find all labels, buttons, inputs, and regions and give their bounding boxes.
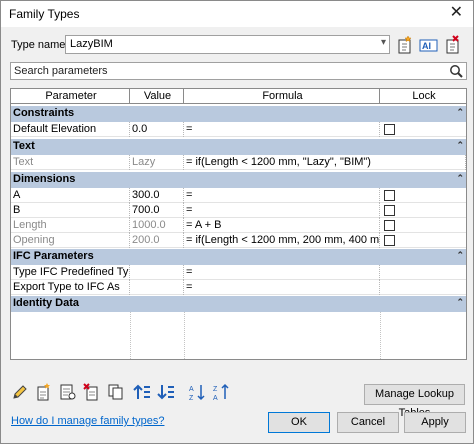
- parameter-table: Parameter Value Formula Lock Constraints…: [10, 88, 467, 360]
- group-label: Text: [13, 140, 35, 152]
- group-label: Constraints: [13, 107, 75, 119]
- header-formula[interactable]: Formula: [184, 89, 380, 104]
- collapse-icon[interactable]: ⌃: [456, 173, 464, 184]
- edit-parameter-icon[interactable]: [11, 383, 29, 401]
- lock-checkbox[interactable]: [384, 220, 395, 231]
- table-row[interactable]: Type IFC Predefined Type =: [11, 265, 466, 280]
- table-row[interactable]: A 300.0 =: [11, 188, 466, 203]
- table-row[interactable]: B 700.0 =: [11, 203, 466, 218]
- header-lock[interactable]: Lock: [380, 89, 466, 104]
- param-value[interactable]: [130, 280, 184, 295]
- param-formula[interactable]: = if(Length < 1200 mm, "Lazy", "BIM"): [184, 155, 466, 170]
- svg-text:Z: Z: [189, 395, 194, 401]
- param-formula[interactable]: = A + B: [184, 218, 380, 233]
- group-dimensions[interactable]: Dimensions ⌃: [11, 172, 466, 188]
- type-name-label: Type name:: [11, 39, 69, 51]
- help-link[interactable]: How do I manage family types?: [11, 415, 164, 427]
- lock-cell: [380, 233, 466, 248]
- group-label: Dimensions: [13, 173, 76, 185]
- type-name-dropdown[interactable]: LazyBIM ▾: [65, 35, 390, 54]
- sort-ascending-icon[interactable]: A Z: [189, 383, 207, 401]
- table-row[interactable]: Opening 200.0 = if(Length < 1200 mm, 200…: [11, 233, 466, 248]
- group-constraints[interactable]: Constraints ⌃: [11, 106, 466, 122]
- column-divider: [130, 312, 131, 359]
- param-value[interactable]: 300.0: [130, 188, 184, 203]
- column-divider: [184, 312, 185, 359]
- lock-cell: [380, 122, 466, 137]
- param-formula[interactable]: = if(Length < 1200 mm, 200 mm, 400 mm): [184, 233, 380, 248]
- table-row[interactable]: Default Elevation 0.0 =: [11, 122, 466, 137]
- param-formula[interactable]: =: [184, 188, 380, 203]
- param-value: 200.0: [130, 233, 184, 248]
- cancel-button[interactable]: Cancel: [337, 412, 399, 433]
- param-name: B: [11, 203, 130, 218]
- sort-descending-icon[interactable]: Z A: [213, 383, 231, 401]
- manage-lookup-tables-button[interactable]: Manage Lookup Tables: [364, 384, 465, 419]
- column-divider: [380, 312, 381, 359]
- delete-type-icon[interactable]: [443, 35, 463, 55]
- param-formula[interactable]: =: [184, 203, 380, 218]
- lock-checkbox[interactable]: [384, 205, 395, 216]
- svg-text:A: A: [189, 386, 194, 393]
- lock-checkbox[interactable]: [384, 124, 395, 135]
- rename-type-icon[interactable]: AI: [419, 35, 439, 55]
- search-placeholder: Search parameters: [14, 65, 108, 77]
- header-parameter[interactable]: Parameter: [11, 89, 130, 104]
- collapse-icon[interactable]: ⌃: [456, 297, 464, 308]
- new-parameter-icon[interactable]: [35, 383, 53, 401]
- param-name: A: [11, 188, 130, 203]
- svg-text:AI: AI: [422, 41, 431, 51]
- lock-cell: [380, 188, 466, 203]
- table-row[interactable]: Export Type to IFC As =: [11, 280, 466, 295]
- group-label: Identity Data: [13, 297, 80, 309]
- param-formula[interactable]: =: [184, 265, 380, 280]
- param-formula[interactable]: =: [184, 280, 380, 295]
- param-name: Opening: [11, 233, 130, 248]
- apply-button[interactable]: Apply: [404, 412, 466, 433]
- lock-cell: [380, 218, 466, 233]
- svg-text:Z: Z: [213, 386, 218, 393]
- group-identity-data[interactable]: Identity Data ⌃: [11, 296, 466, 312]
- family-types-dialog: Family Types ✕ Type name: LazyBIM ▾ AI S…: [0, 0, 474, 444]
- close-icon[interactable]: ✕: [450, 3, 463, 23]
- collapse-icon[interactable]: ⌃: [456, 140, 464, 151]
- collapse-icon[interactable]: ⌃: [456, 250, 464, 261]
- lock-checkbox[interactable]: [384, 235, 395, 246]
- svg-text:A: A: [213, 395, 218, 401]
- group-label: IFC Parameters: [13, 250, 94, 262]
- chevron-down-icon: ▾: [380, 37, 386, 48]
- new-type-icon[interactable]: [395, 35, 415, 55]
- copy-parameter-icon[interactable]: [107, 383, 125, 401]
- move-up-icon[interactable]: [133, 383, 151, 401]
- parameter-properties-icon[interactable]: [59, 383, 77, 401]
- param-formula[interactable]: =: [184, 122, 380, 137]
- ok-button[interactable]: OK: [268, 412, 330, 433]
- group-ifc-parameters[interactable]: IFC Parameters ⌃: [11, 249, 466, 265]
- param-name: Text: [11, 155, 130, 170]
- title-bar: Family Types ✕: [1, 1, 473, 27]
- group-text[interactable]: Text ⌃: [11, 139, 466, 155]
- param-name: Default Elevation: [11, 122, 130, 137]
- param-value: Lazy: [130, 155, 184, 170]
- table-header: Parameter Value Formula Lock: [11, 89, 466, 104]
- type-name-value: LazyBIM: [70, 38, 113, 50]
- param-name: Export Type to IFC As: [11, 280, 130, 295]
- move-down-icon[interactable]: [157, 383, 175, 401]
- param-name: Type IFC Predefined Type: [13, 265, 130, 280]
- param-value[interactable]: 0.0: [130, 122, 184, 137]
- dialog-title: Family Types: [9, 7, 80, 21]
- table-row[interactable]: Text Lazy = if(Length < 1200 mm, "Lazy",…: [11, 155, 466, 170]
- search-icon[interactable]: [448, 64, 464, 78]
- collapse-icon[interactable]: ⌃: [456, 107, 464, 118]
- header-value[interactable]: Value: [130, 89, 184, 104]
- search-input[interactable]: Search parameters: [10, 62, 467, 80]
- lock-checkbox[interactable]: [384, 190, 395, 201]
- param-name: Length: [11, 218, 130, 233]
- lock-cell: [380, 203, 466, 218]
- delete-parameter-icon[interactable]: [83, 383, 101, 401]
- param-value[interactable]: [130, 265, 184, 280]
- table-row[interactable]: Length 1000.0 = A + B: [11, 218, 466, 233]
- param-value[interactable]: 700.0: [130, 203, 184, 218]
- param-value: 1000.0: [130, 218, 184, 233]
